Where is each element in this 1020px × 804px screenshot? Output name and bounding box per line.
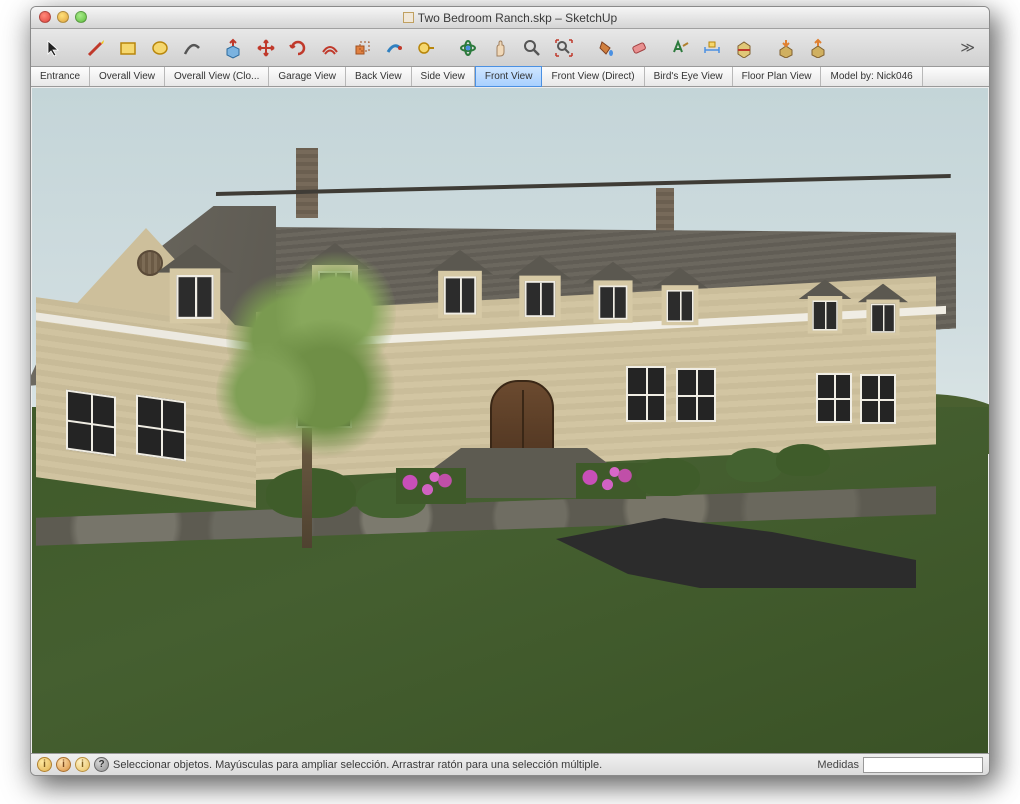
status-icon-1[interactable]: i — [37, 757, 52, 772]
scene-tab-garage[interactable]: Garage View — [269, 67, 346, 86]
close-button[interactable] — [39, 11, 51, 23]
share-tool[interactable] — [803, 33, 833, 63]
status-icon-2[interactable]: i — [56, 757, 71, 772]
rotate-tool[interactable] — [283, 33, 313, 63]
offset-tool[interactable] — [315, 33, 345, 63]
get-models-tool[interactable] — [771, 33, 801, 63]
status-bar: i i i ? Seleccionar objetos. Mayúsculas … — [31, 753, 989, 775]
help-icon[interactable]: ? — [94, 757, 109, 772]
pan-tool[interactable] — [485, 33, 515, 63]
scene-tab-entrance[interactable]: Entrance — [31, 67, 90, 86]
window-title: Two Bedroom Ranch.skp – SketchUp — [403, 11, 617, 25]
scene-tab-birdseye[interactable]: Bird's Eye View — [645, 67, 733, 86]
titlebar: Two Bedroom Ranch.skp – SketchUp — [31, 7, 989, 29]
main-toolbar: ≫ — [31, 29, 989, 67]
document-icon — [403, 12, 414, 23]
app-window: Two Bedroom Ranch.skp – SketchUp ≫ — [30, 6, 990, 776]
line-tool[interactable] — [81, 33, 111, 63]
status-hint: Seleccionar objetos. Mayúsculas para amp… — [113, 759, 602, 771]
measure-label: Medidas — [817, 759, 859, 771]
house-model — [36, 148, 986, 568]
zoom-tool[interactable] — [517, 33, 547, 63]
move-tool[interactable] — [251, 33, 281, 63]
push-pull-tool[interactable] — [219, 33, 249, 63]
scale-tool[interactable] — [347, 33, 377, 63]
scene-tab-back[interactable]: Back View — [346, 67, 412, 86]
scene-tab-overall[interactable]: Overall View — [90, 67, 165, 86]
section-tool[interactable] — [729, 33, 759, 63]
scene-tab-overall-close[interactable]: Overall View (Clo... — [165, 67, 269, 86]
select-tool[interactable] — [39, 33, 69, 63]
zoom-button[interactable] — [75, 11, 87, 23]
tape-tool[interactable] — [411, 33, 441, 63]
scene-tab-front-direct[interactable]: Front View (Direct) — [542, 67, 644, 86]
paint-tool[interactable] — [591, 33, 621, 63]
orbit-tool[interactable] — [453, 33, 483, 63]
text-tool[interactable] — [665, 33, 695, 63]
scene-tab-credit[interactable]: Model by: Nick046 — [821, 67, 922, 86]
measure-input[interactable] — [863, 757, 983, 773]
minimize-button[interactable] — [57, 11, 69, 23]
circle-tool[interactable] — [145, 33, 175, 63]
scene-tab-floorplan[interactable]: Floor Plan View — [733, 67, 822, 86]
follow-me-tool[interactable] — [379, 33, 409, 63]
arc-tool[interactable] — [177, 33, 207, 63]
status-icon-3[interactable]: i — [75, 757, 90, 772]
eraser-tool[interactable] — [623, 33, 653, 63]
scene-tabs: Entrance Overall View Overall View (Clo.… — [31, 67, 989, 87]
model-viewport[interactable] — [32, 88, 988, 753]
toolbar-overflow[interactable]: ≫ — [954, 39, 981, 56]
zoom-extents-tool[interactable] — [549, 33, 579, 63]
scene-tab-side[interactable]: Side View — [412, 67, 475, 86]
rectangle-tool[interactable] — [113, 33, 143, 63]
scene-tab-front[interactable]: Front View — [475, 66, 543, 87]
dimension-tool[interactable] — [697, 33, 727, 63]
